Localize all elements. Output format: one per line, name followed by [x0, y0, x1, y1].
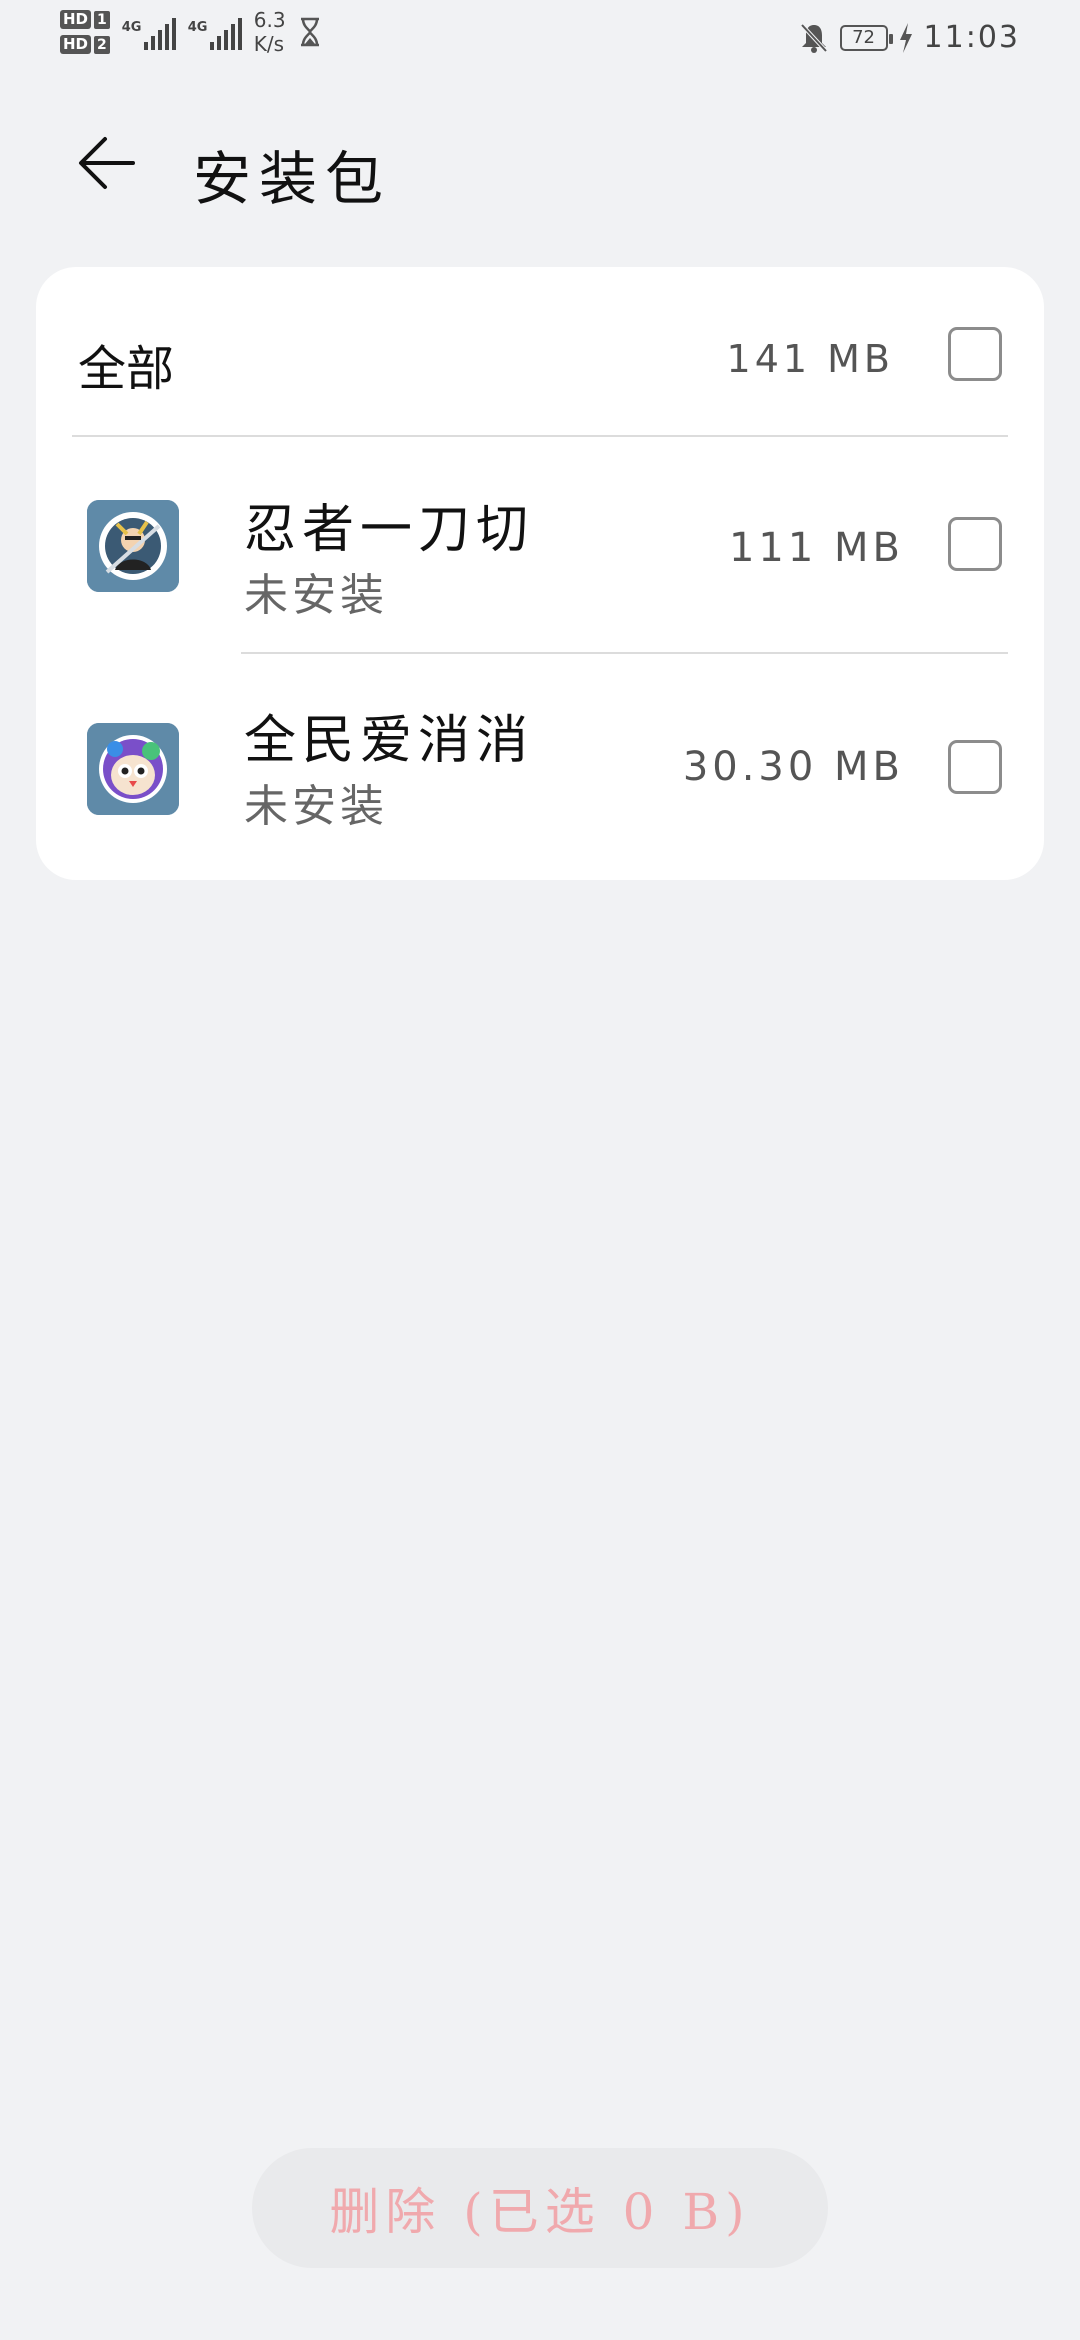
- back-button[interactable]: [72, 128, 142, 198]
- app-install-status: 未安装: [244, 570, 388, 621]
- owl-game-icon: [87, 723, 179, 815]
- arrow-left-icon: [79, 137, 135, 189]
- app-checkbox[interactable]: [948, 740, 1002, 794]
- delete-button[interactable]: 删除 (已选 0 B): [252, 2148, 828, 2268]
- charging-bolt-icon: [899, 22, 912, 53]
- network-speed-value: 6.3: [253, 8, 286, 32]
- app-size: 30.30 MB: [682, 744, 904, 790]
- package-manager-screen: HD 1 HD 2 4G 4G 6.3 K/s 72 11:03 安装包 全部 …: [0, 0, 1080, 2340]
- total-size: 141 MB: [726, 337, 894, 381]
- network-speed-unit: K/s: [253, 32, 285, 56]
- select-all-checkbox[interactable]: [948, 327, 1002, 381]
- hd-badge-1: HD: [60, 10, 92, 29]
- dual-sim-indicators: HD 1 HD 2: [60, 10, 110, 54]
- app-header: 安装包: [0, 110, 1080, 213]
- status-left: HD 1 HD 2 4G 4G 6.3 K/s: [60, 8, 322, 56]
- ninja-game-icon: [87, 500, 179, 592]
- package-list-card: 全部 141 MB 忍者一刀切 未安装 111 MB 全民爱消消 未安装 30.…: [36, 267, 1044, 880]
- signal-strength-icon-2: 4G: [188, 14, 242, 50]
- status-bar: HD 1 HD 2 4G 4G 6.3 K/s 72 11:03: [0, 0, 1080, 72]
- list-item[interactable]: 忍者一刀切 未安装 111 MB: [36, 437, 1044, 657]
- list-item[interactable]: 全民爱消消 未安装 30.30 MB: [36, 654, 1044, 874]
- sim-number-2: 2: [94, 35, 110, 54]
- app-name: 忍者一刀切: [244, 500, 535, 560]
- hourglass-icon: [300, 17, 319, 47]
- app-install-status: 未安装: [244, 781, 388, 832]
- battery-level: 72: [852, 27, 875, 48]
- signal-strength-icon-1: 4G: [122, 14, 176, 50]
- clock: 11:03: [923, 20, 1020, 55]
- network-type-1: 4G: [121, 20, 142, 35]
- app-name: 全民爱消消: [244, 711, 535, 771]
- app-size: 111 MB: [728, 525, 904, 571]
- sim1-badge: HD 1: [60, 10, 110, 29]
- page-title: 安装包: [193, 145, 392, 213]
- sim-number-1: 1: [94, 10, 110, 29]
- hd-badge-2: HD: [60, 35, 92, 54]
- sim2-badge: HD 2: [60, 35, 110, 54]
- network-speed: 6.3 K/s: [254, 8, 286, 56]
- status-right: 72 11:03: [798, 20, 1020, 55]
- network-type-2: 4G: [187, 20, 208, 35]
- bell-off-icon: [800, 23, 828, 53]
- select-all-row[interactable]: 全部 141 MB: [36, 267, 1044, 437]
- select-all-label: 全部: [78, 341, 175, 397]
- battery-indicator: 72: [839, 24, 893, 51]
- app-checkbox[interactable]: [948, 517, 1002, 571]
